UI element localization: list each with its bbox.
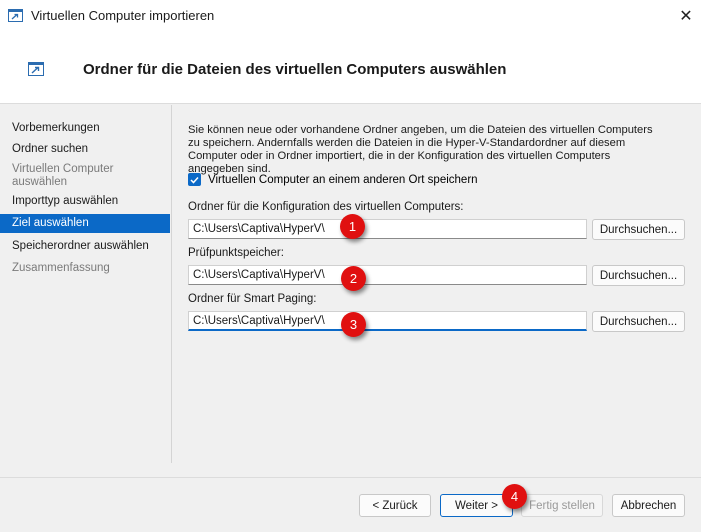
step-speicherordner-auswaehlen[interactable]: Speicherordner auswählen <box>0 240 170 253</box>
step-ziel-auswaehlen[interactable]: Ziel auswählen <box>0 214 170 233</box>
config-folder-label: Ordner für die Konfiguration des virtuel… <box>188 201 464 213</box>
alternate-location-checkbox[interactable] <box>188 173 201 186</box>
window-title: Virtuellen Computer importieren <box>31 8 215 23</box>
page-title: Ordner für die Dateien des virtuellen Co… <box>83 61 507 78</box>
finish-button: Fertig stellen <box>521 494 603 517</box>
title-bar: Virtuellen Computer importieren ✕ <box>0 0 701 31</box>
smart-paging-input[interactable] <box>188 311 587 331</box>
wizard-body: Vorbemerkungen Ordner suchen Virtuellen … <box>0 105 701 477</box>
wizard-steps-sidebar: Vorbemerkungen Ordner suchen Virtuellen … <box>0 105 172 463</box>
description-text: Sie können neue oder vorhandene Ordner a… <box>188 124 653 175</box>
back-button[interactable]: < Zurück <box>359 494 431 517</box>
close-button[interactable]: ✕ <box>671 0 701 31</box>
import-vm-icon <box>28 62 44 76</box>
step-marker-2: 2 <box>341 266 366 291</box>
checkpoint-store-label: Prüfpunktspeicher: <box>188 247 284 259</box>
smart-paging-browse-button[interactable]: Durchsuchen... <box>592 311 685 332</box>
step-marker-3: 3 <box>341 312 366 337</box>
checkmark-icon <box>190 176 199 184</box>
close-icon: ✕ <box>679 7 693 25</box>
step-ordner-suchen[interactable]: Ordner suchen <box>0 143 170 156</box>
checkpoint-store-browse-button[interactable]: Durchsuchen... <box>592 265 685 286</box>
smart-paging-label: Ordner für Smart Paging: <box>188 293 317 305</box>
config-folder-input[interactable] <box>188 219 587 239</box>
step-marker-1: 1 <box>340 214 365 239</box>
step-virtuellen-computer-auswaehlen: Virtuellen Computer auswählen <box>12 163 114 188</box>
checkbox-label: Virtuellen Computer an einem anderen Ort… <box>208 173 478 186</box>
alternate-location-checkbox-row[interactable]: Virtuellen Computer an einem anderen Ort… <box>188 173 478 186</box>
checkpoint-store-input[interactable] <box>188 265 587 285</box>
wizard-header: Ordner für die Dateien des virtuellen Co… <box>0 31 701 104</box>
step-zusammenfassung: Zusammenfassung <box>12 262 110 274</box>
cancel-button[interactable]: Abbrechen <box>612 494 685 517</box>
step-vorbemerkungen[interactable]: Vorbemerkungen <box>0 122 170 135</box>
config-folder-browse-button[interactable]: Durchsuchen... <box>592 219 685 240</box>
wizard-footer: < Zurück Weiter > Fertig stellen Abbrech… <box>0 477 701 532</box>
step-importtyp-auswaehlen[interactable]: Importtyp auswählen <box>0 195 170 208</box>
hyperv-app-icon <box>8 9 23 22</box>
step-marker-4: 4 <box>502 484 527 509</box>
